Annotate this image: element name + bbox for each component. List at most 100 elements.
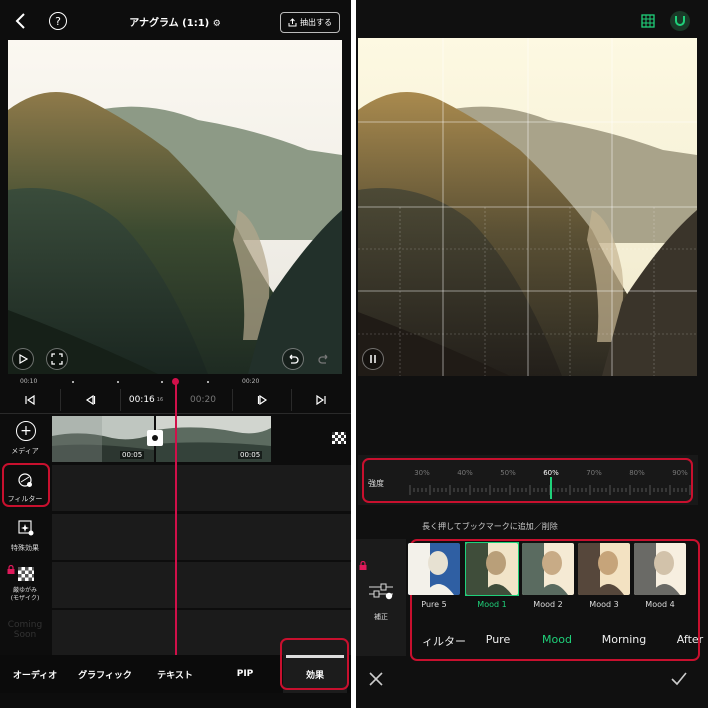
mosaic-icon [18,567,34,581]
plus-icon: + [20,423,32,439]
ruler-dot [161,381,163,383]
filter-highlight-box [2,463,50,507]
tab-label: グラフィック [78,670,132,681]
confirm-button[interactable] [667,667,691,691]
fullscreen-button[interactable] [46,348,68,370]
bookmark-hint: 長く押してブックマークに追加／削除 [422,522,558,531]
fullscreen-icon [51,353,63,365]
close-icon [369,672,383,686]
filter-label: Mood 3 [589,600,619,609]
undo-icon [289,354,299,364]
current-time-text: 00:16 [128,395,155,405]
prev-frame-icon [85,395,96,405]
adjust-button[interactable] [366,579,396,603]
filter-thumbnail-mood-3[interactable] [578,543,630,595]
filter-preview-image [578,543,630,595]
export-label: 抽出する [300,18,332,27]
clip-duration: 00:05 [120,451,145,459]
help-button[interactable]: ? [49,12,67,30]
video-clip[interactable]: 00:05 [156,416,271,462]
back-button[interactable] [10,10,32,32]
intensity-highlight-box [362,458,693,503]
redo-button[interactable] [313,348,335,370]
editor-panel: ? アナグラム (1:1) ⚙ 抽出する 00:10 00:20 00:16 1… [0,0,351,708]
mosaic-track[interactable] [52,562,351,608]
transition-button[interactable] [147,430,163,446]
filter-thumbnail-mood-2[interactable] [522,543,574,595]
divider [120,389,121,411]
filter-label: Mood 4 [645,600,675,609]
filter-thumbnail-mood-4[interactable] [634,543,686,595]
ruler-dot [207,381,209,383]
grid-toggle-button[interactable] [638,11,658,31]
mosaic-label: 厳ゆがみ (モザイク) [10,587,40,602]
filter-thumbnail-mood-1[interactable] [466,543,518,595]
prev-frame-button[interactable] [60,389,120,411]
ruler-tick: 00:20 [242,378,260,385]
export-button[interactable]: 抽出する [280,12,340,33]
transition-dot-icon [152,435,158,441]
redo-icon [318,354,328,364]
skip-start-icon [25,395,35,405]
checker-icon [332,432,346,444]
share-icon [288,18,297,27]
jump-start-button[interactable] [0,389,60,411]
sparkle-icon [18,520,34,536]
tab-text[interactable]: テキスト [140,655,210,693]
special-effect-track[interactable] [52,514,351,560]
filter-preview-image [634,543,686,595]
filter-thumbnail-pure-5[interactable] [408,543,460,595]
filtered-preview[interactable] [358,38,697,376]
gear-icon: ⚙ [212,19,221,29]
question-circle-icon: ? [55,14,61,28]
next-time-text: 00:20 [190,395,216,405]
tab-graphic[interactable]: グラフィック [70,655,140,693]
current-time: 00:16 16 [122,389,170,411]
project-title[interactable]: アナグラム (1:1) ⚙ [100,14,250,29]
tab-pip[interactable]: PIP [210,655,280,693]
check-icon [671,672,687,686]
tab-audio[interactable]: オーディオ [0,655,70,693]
sliders-icon [369,583,393,600]
skip-end-icon [316,395,326,405]
adjust-label: 補正 [374,613,388,621]
media-label: メディア [11,447,39,455]
lock-icon [359,561,367,570]
filter-label: Mood 2 [533,600,563,609]
special-effects-button[interactable] [16,519,36,537]
filter-track[interactable] [52,465,351,511]
divider [291,389,292,411]
play-icon [19,354,28,364]
filter-preview-image [522,543,574,595]
tab-label: オーディオ [12,670,58,681]
next-time: 00:20 [178,389,228,411]
jump-end-button[interactable] [291,389,351,411]
next-frame-icon [257,395,268,405]
filter-preview-image [466,543,518,595]
next-frame-button[interactable] [233,389,293,411]
pause-button[interactable] [362,348,384,370]
magnet-toggle-button[interactable] [670,11,690,31]
playhead[interactable] [175,381,177,655]
video-clip[interactable]: 00:05 [52,416,154,462]
effects-highlight-box [280,638,349,690]
project-title-text: アナグラム (1:1) [129,18,210,29]
special-effects-label: 特殊効果 [11,544,39,552]
magnet-icon [675,16,685,26]
chevron-left-icon [15,13,25,29]
divider [232,389,233,411]
cancel-button[interactable] [364,667,388,691]
grid-icon [641,14,655,28]
playhead-knob[interactable] [172,378,179,385]
adjust-panel[interactable]: 補正 [356,539,406,656]
play-button[interactable] [12,348,34,370]
ruler-dot [117,381,119,383]
pause-icon [370,355,376,363]
add-media-button[interactable]: + [16,421,36,441]
filter-preview-image [408,543,460,595]
ruler-dot [72,381,74,383]
landscape-image [8,40,342,374]
video-preview[interactable] [8,40,342,374]
coming-soon-label: Coming Soon [7,620,43,640]
undo-button[interactable] [282,348,304,370]
